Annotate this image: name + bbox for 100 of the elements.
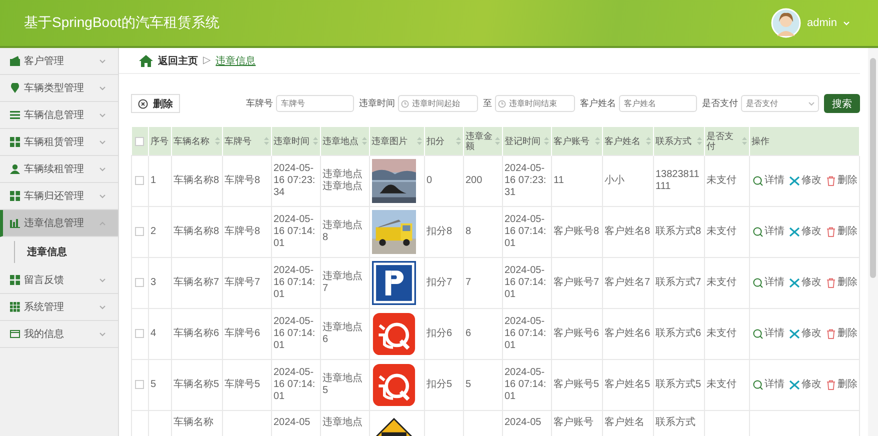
sidebar-item[interactable]: 留言反馈 <box>0 267 118 294</box>
sort-icon[interactable] <box>416 137 422 145</box>
table-cell: 客户姓名 <box>604 417 644 428</box>
delete-link[interactable]: 删除 <box>826 379 858 391</box>
date-field[interactable]: 违章时间结束 <box>495 95 575 112</box>
table-cell: 2024-05-16 07:14:01 <box>274 214 316 249</box>
sidebar-item[interactable]: 车辆租赁管理 <box>0 129 118 156</box>
magnifier-icon <box>752 380 762 390</box>
detail-link[interactable]: 详情 <box>752 175 784 187</box>
row-checkbox[interactable] <box>135 328 144 338</box>
sort-icon[interactable] <box>696 137 702 145</box>
detail-link[interactable]: 详情 <box>752 379 784 391</box>
trash-icon <box>826 176 836 186</box>
pin-icon <box>10 83 20 93</box>
edit-link[interactable]: 修改 <box>788 328 822 340</box>
list-icon <box>10 110 20 120</box>
avatar-icon[interactable] <box>771 8 802 38</box>
breadcrumb-current[interactable]: 违章信息 <box>216 54 256 68</box>
table-cell: 车牌号7 <box>224 277 260 288</box>
row-checkbox[interactable] <box>135 176 144 185</box>
delete-button[interactable]: 删除 <box>131 94 180 113</box>
table-cell: 未支付 <box>706 277 736 288</box>
sort-icon[interactable] <box>362 137 366 145</box>
edit-link[interactable]: 修改 <box>788 226 822 238</box>
close-icon <box>138 98 148 108</box>
detail-link[interactable]: 详情 <box>752 277 784 289</box>
table-cell: 2024-05-16 07:14:01 <box>504 214 546 249</box>
tools-icon <box>788 176 800 186</box>
delete-link[interactable]: 删除 <box>826 277 858 289</box>
column-header: 违章地点 <box>322 136 360 146</box>
sort-icon[interactable] <box>312 137 318 145</box>
table-cell: 违章地点5 <box>322 373 362 396</box>
select-field[interactable]: 是否支付 <box>741 95 819 112</box>
row-checkbox[interactable] <box>135 226 144 236</box>
table-cell: 4 <box>150 328 156 339</box>
delete-link[interactable]: 删除 <box>826 226 858 238</box>
column-header: 登记时间 <box>504 136 542 146</box>
table-cell: 未支付 <box>706 175 736 186</box>
column-header: 车辆名称 <box>174 136 210 146</box>
sidebar-item[interactable]: 我的信息 <box>0 321 118 348</box>
sort-icon[interactable] <box>544 137 548 145</box>
sidebar-item[interactable]: 客户管理 <box>0 48 118 75</box>
delete-link[interactable]: 删除 <box>826 175 858 187</box>
select-all-checkbox[interactable] <box>135 136 144 146</box>
row-checkbox[interactable] <box>135 278 144 287</box>
sort-icon[interactable] <box>494 137 500 145</box>
trash-icon <box>826 227 836 237</box>
delete-link[interactable]: 删除 <box>826 328 858 340</box>
home-icon[interactable] <box>139 54 153 66</box>
table-cell: 车牌号5 <box>224 379 260 390</box>
detail-link[interactable]: 详情 <box>752 226 784 238</box>
sidebar-item[interactable]: 系统管理 <box>0 294 118 321</box>
table-cell: 扣分5 <box>426 379 452 390</box>
table-cell: 0 <box>426 175 432 186</box>
table-cell: 8 <box>466 226 472 237</box>
date-field[interactable]: 违章时间起始 <box>398 95 478 112</box>
table-cell: 违章地点6 <box>322 322 362 345</box>
sort-icon[interactable] <box>214 137 220 145</box>
wallet-icon <box>10 56 20 66</box>
table-cell: 联系方式8 <box>656 226 702 237</box>
table-cell: 2024-05-16 07:14:01 <box>504 265 546 300</box>
sidebar-subitem[interactable]: 违章信息 <box>14 241 118 263</box>
edit-link[interactable]: 修改 <box>788 379 822 391</box>
edit-link[interactable]: 修改 <box>788 277 822 289</box>
person-icon <box>10 164 20 174</box>
table-cell: 联系方式5 <box>656 379 702 390</box>
app-title: 基于SpringBoot的汽车租赁系统 <box>24 14 220 32</box>
table-cell: 违章地点7 <box>322 271 362 294</box>
table-cell: 客户账号7 <box>554 277 600 288</box>
table-cell: 扣分6 <box>426 328 452 339</box>
table-cell: 13823811111 <box>656 169 700 192</box>
sidebar-item[interactable]: 车辆类型管理 <box>0 75 118 102</box>
sort-icon[interactable] <box>742 137 746 145</box>
search-button[interactable]: 搜索 <box>824 94 860 113</box>
table-cell: 未支付 <box>706 379 736 390</box>
sort-icon[interactable] <box>646 137 650 145</box>
row-checkbox[interactable] <box>135 380 144 389</box>
sort-icon[interactable] <box>264 137 268 145</box>
input-field[interactable]: 客户姓名 <box>619 95 697 112</box>
table-cell: 车辆名称5 <box>174 379 220 390</box>
trash-icon <box>826 380 836 390</box>
table-cell: 客户姓名8 <box>604 226 650 237</box>
column-header: 违章时间 <box>274 136 310 146</box>
table-cell: 未支付 <box>706 328 736 339</box>
sidebar-item[interactable]: 违章信息管理 <box>0 210 118 237</box>
column-header: 是否支付 <box>706 130 734 152</box>
table-cell: 扣分8 <box>426 226 452 237</box>
table-cell: 扣分7 <box>426 277 452 288</box>
column-header: 违章金额 <box>466 130 494 152</box>
input-field[interactable]: 车牌号 <box>276 95 354 112</box>
chevron-icon <box>99 220 106 226</box>
edit-link[interactable]: 修改 <box>788 175 822 187</box>
sort-icon[interactable] <box>456 137 460 145</box>
table-cell: 3 <box>150 277 156 288</box>
home-link[interactable]: 返回主页 <box>158 54 198 68</box>
caret-icon[interactable] <box>843 20 850 26</box>
detail-link[interactable]: 详情 <box>752 328 784 340</box>
sidebar-item[interactable]: 车辆信息管理 <box>0 102 118 129</box>
sort-icon[interactable] <box>594 137 600 145</box>
sidebar-item[interactable]: 车辆续租管理 <box>0 156 118 183</box>
